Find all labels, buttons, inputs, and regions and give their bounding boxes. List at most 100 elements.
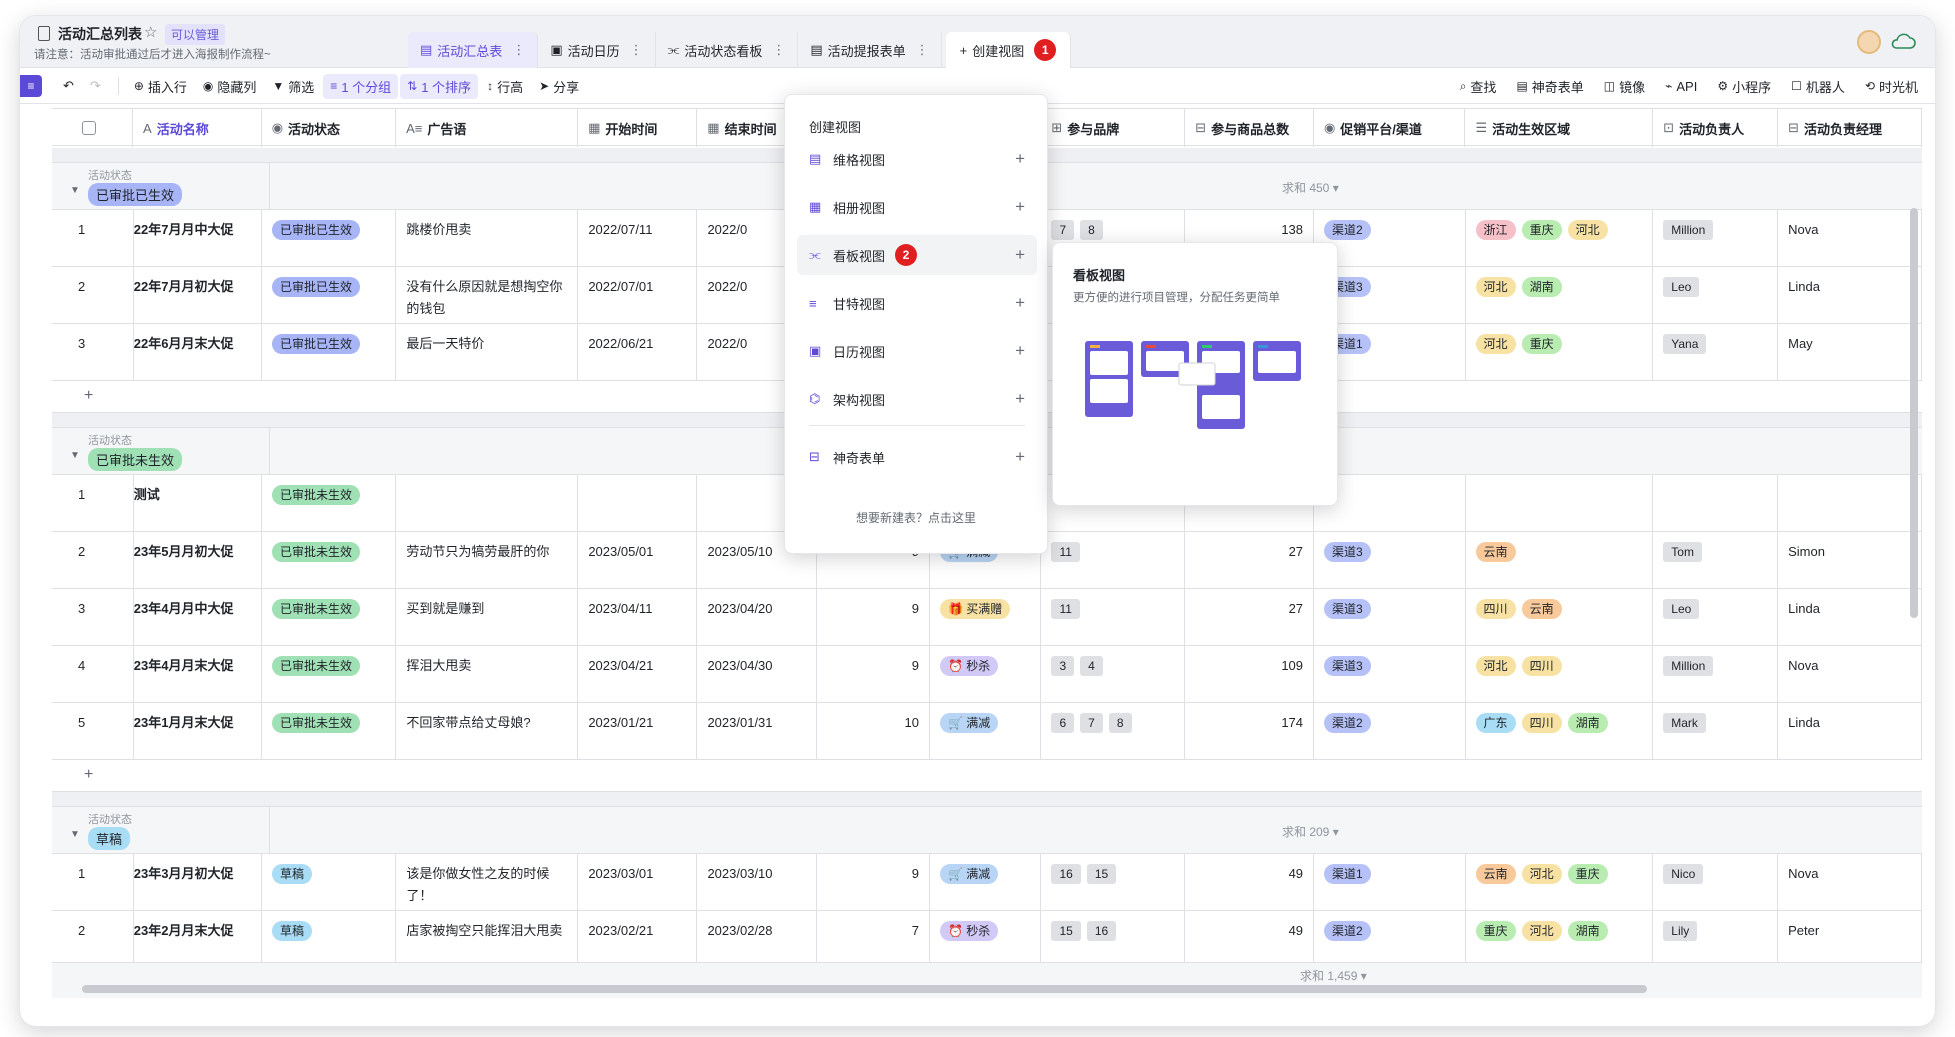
total-sum[interactable]: 求和 1,459 ▾	[1300, 967, 1367, 984]
menu-item-4[interactable]: ▣ 日历视图 +	[797, 331, 1037, 371]
add-view-plus-icon[interactable]: +	[1015, 389, 1025, 409]
table-row[interactable]: 1 23年3月月初大促 草稿 该是你做女性之友的时候了！ 2023/03/01 2023/…	[52, 854, 1922, 911]
table-row[interactable]: 2 23年2月月末大促 草稿 店家被掏空只能挥泪大甩卖 2023/02/21 2023/0…	[52, 911, 1922, 968]
duration-cell[interactable]: 10	[817, 703, 930, 760]
toolbar-button-4[interactable]: ⇅ 1 个排序	[400, 73, 479, 99]
menu-item-0[interactable]: ▤ 维格视图 +	[797, 139, 1037, 179]
product-total-cell[interactable]: 49	[1185, 854, 1315, 911]
toolbar-button-5[interactable]: ↕ 行高	[480, 74, 530, 99]
add-view-plus-icon[interactable]: +	[1015, 293, 1025, 313]
activity-name-cell[interactable]: 22年7月月初大促	[134, 267, 262, 324]
manager-cell[interactable]: Simon	[1778, 532, 1922, 589]
region-cell[interactable]: 重庆 河北 湖南	[1466, 911, 1654, 968]
toolbar-right-button-1[interactable]: ▤ 神奇表单	[1509, 74, 1590, 99]
product-total-cell[interactable]: 49	[1185, 911, 1315, 968]
more-icon[interactable]: ⋮	[630, 42, 643, 58]
owner-cell[interactable]: Nico	[1653, 854, 1779, 911]
slogan-cell[interactable]: 跳楼价甩卖	[396, 210, 579, 267]
channel-cell[interactable]: 渠道3	[1314, 532, 1466, 589]
slogan-cell[interactable]: 不回家带点给丈母娘?	[396, 703, 579, 760]
owner-cell[interactable]: Tom	[1653, 532, 1779, 589]
start-date-cell[interactable]: 2022/07/11	[578, 210, 698, 267]
activity-name-cell[interactable]: 23年1月月末大促	[134, 703, 262, 760]
end-date-cell[interactable]: 2023/03/10	[697, 854, 817, 911]
slogan-cell[interactable]: 没有什么原因就是想掏空你的钱包	[396, 267, 579, 324]
status-cell[interactable]: 已审批未生效	[262, 589, 397, 646]
owner-cell[interactable]: Leo	[1653, 267, 1779, 324]
menu-item-5[interactable]: ⌬ 架构视图 +	[797, 379, 1037, 419]
channel-cell[interactable]: 渠道1	[1314, 854, 1466, 911]
manager-cell[interactable]: Linda	[1778, 589, 1922, 646]
region-cell[interactable]: 河北 湖南	[1466, 267, 1654, 324]
menu-item-6[interactable]: ⊟ 神奇表单 +	[797, 437, 1037, 477]
manager-cell[interactable]: Nova	[1778, 646, 1922, 703]
status-cell[interactable]: 已审批未生效	[262, 703, 397, 760]
start-date-cell[interactable]: 2023/04/21	[578, 646, 698, 703]
owner-cell[interactable]: Million	[1653, 210, 1779, 267]
region-cell[interactable]: 四川 云南	[1466, 589, 1654, 646]
select-all-checkbox[interactable]	[82, 121, 96, 135]
start-date-cell[interactable]: 2023/02/21	[578, 911, 698, 968]
column-header-9[interactable]: ◉ 促销平台/渠道	[1314, 109, 1466, 147]
toolbar-button-3[interactable]: ≡ 1 个分组	[323, 73, 399, 99]
manager-cell[interactable]: Nova	[1778, 210, 1922, 267]
start-date-cell[interactable]: 2023/01/21	[578, 703, 698, 760]
create-view-button[interactable]: + 创建视图 1	[945, 32, 1072, 68]
owner-cell[interactable]: Lily	[1653, 911, 1779, 968]
duration-cell[interactable]: 9	[817, 854, 930, 911]
start-date-cell[interactable]: 2023/03/01	[578, 854, 698, 911]
channel-cell[interactable]: 渠道3	[1314, 646, 1466, 703]
more-icon[interactable]: ⋮	[512, 42, 525, 58]
duration-cell[interactable]: 7	[817, 911, 930, 968]
product-total-cell[interactable]: 174	[1185, 703, 1315, 760]
tab-form[interactable]: ▤ 活动提报表单 ⋮	[798, 32, 942, 68]
redo-icon[interactable]: ↷	[83, 75, 108, 97]
column-header-11[interactable]: ⊡ 活动负责人	[1653, 109, 1779, 147]
tab-calendar[interactable]: ▣ 活动日历 ⋮	[538, 32, 656, 68]
brands-cell[interactable]: 15 16	[1041, 911, 1186, 968]
slogan-cell[interactable]: 最后一天特价	[396, 324, 579, 381]
region-cell[interactable]: 河北 重庆	[1466, 324, 1654, 381]
activity-name-cell[interactable]: 23年5月月初大促	[134, 532, 262, 589]
tab-summary[interactable]: ▤ 活动汇总表 ⋮	[408, 32, 539, 68]
table-row[interactable]: 4 23年4月月末大促 已审批未生效 挥泪大甩卖 2023/04/21 2023/04/3…	[52, 646, 1922, 703]
start-date-cell[interactable]	[578, 475, 698, 532]
end-date-cell[interactable]: 2023/02/28	[697, 911, 817, 968]
toolbar-right-button-5[interactable]: ☐ 机器人	[1784, 74, 1852, 99]
owner-cell[interactable]	[1653, 475, 1779, 532]
group-sum[interactable]: 求和 209 ▾	[1282, 823, 1339, 840]
add-view-plus-icon[interactable]: +	[1015, 197, 1025, 217]
menu-item-3[interactable]: ≡ 甘特视图 +	[797, 283, 1037, 323]
toolbar-right-button-0[interactable]: ⌕ 查找	[1453, 74, 1504, 99]
product-total-cell[interactable]: 27	[1185, 589, 1315, 646]
manager-cell[interactable]: May	[1778, 324, 1922, 381]
brands-cell[interactable]: 16 15	[1041, 854, 1186, 911]
cloud-icon[interactable]	[1889, 32, 1917, 50]
column-header-10[interactable]: ☰ 活动生效区域	[1465, 109, 1654, 147]
status-cell[interactable]: 已审批已生效	[262, 210, 397, 267]
activity-name-cell[interactable]: 23年2月月末大促	[134, 911, 262, 968]
region-cell[interactable]: 浙江 重庆 河北	[1466, 210, 1654, 267]
add-view-plus-icon[interactable]: +	[1015, 245, 1025, 265]
toolbar-right-button-6[interactable]: ⟲ 时光机	[1858, 74, 1925, 99]
slogan-cell[interactable]: 劳动节只为犒劳最肝的你	[396, 532, 579, 589]
column-header-7[interactable]: ⊞ 参与品牌	[1041, 109, 1186, 147]
slogan-cell[interactable]: 买到就是赚到	[396, 589, 579, 646]
brands-cell[interactable]: 11	[1041, 532, 1186, 589]
activity-name-cell[interactable]: 23年3月月初大促	[134, 854, 262, 911]
owner-cell[interactable]: Mark	[1653, 703, 1779, 760]
toolbar-right-button-2[interactable]: ◫ 镜像	[1597, 74, 1652, 99]
product-total-cell[interactable]: 109	[1185, 646, 1315, 703]
end-date-cell[interactable]: 2023/01/31	[697, 703, 817, 760]
channel-cell[interactable]: 渠道2	[1314, 911, 1466, 968]
horizontal-scrollbar[interactable]	[82, 985, 1647, 993]
toolbar-right-button-4[interactable]: ⚙ 小程序	[1710, 74, 1778, 99]
status-cell[interactable]: 已审批未生效	[262, 646, 397, 703]
product-total-cell[interactable]: 27	[1185, 532, 1315, 589]
tab-kanban[interactable]: ⫘ 活动状态看板 ⋮	[656, 32, 799, 68]
menu-item-2[interactable]: ⫘ 看板视图 2 +	[797, 235, 1037, 275]
brands-cell[interactable]: 678	[1041, 703, 1186, 760]
region-cell[interactable]	[1466, 475, 1654, 532]
more-icon[interactable]: ⋮	[916, 42, 929, 58]
activity-name-cell[interactable]: 23年4月月中大促	[134, 589, 262, 646]
